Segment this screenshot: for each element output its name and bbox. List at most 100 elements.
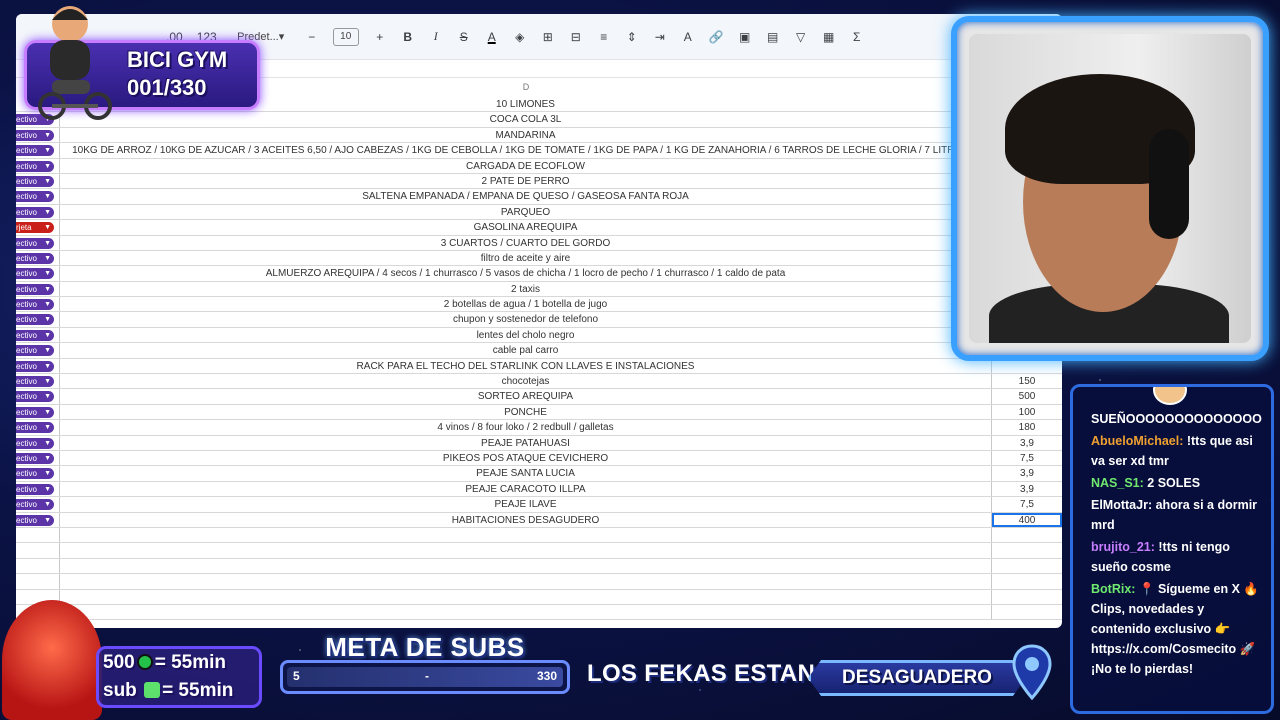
payment-method-cell[interactable]: ectivo ▼	[16, 420, 60, 435]
filter-icon[interactable]: ▽	[794, 27, 808, 47]
payment-method-cell[interactable]: rjeta ▼	[16, 220, 60, 235]
text-color-button[interactable]: A	[485, 27, 499, 47]
description-cell[interactable]: COCA COLA 3L	[60, 112, 992, 127]
payment-method-cell[interactable]: ectivo ▼	[16, 281, 60, 297]
chip-dropdown-icon[interactable]: ▼	[44, 207, 51, 218]
payment-method-cell[interactable]: ectivo ▼	[16, 450, 60, 466]
payment-method-cell[interactable]: ectivo ▼	[16, 266, 60, 281]
increase-font-size-button[interactable]: +	[373, 27, 387, 47]
empty-cell[interactable]	[992, 605, 1062, 619]
payment-method-chip[interactable]: ectivo ▼	[16, 360, 54, 372]
description-cell[interactable]: 10KG DE ARROZ / 10KG DE AZUCAR / 3 ACEIT…	[60, 143, 992, 158]
payment-method-cell[interactable]: ectivo ▼	[16, 173, 60, 189]
description-cell[interactable]: PEAJE PATAHUASI	[60, 435, 992, 450]
payment-method-cell[interactable]: ectivo ▼	[16, 404, 60, 420]
insert-comment-icon[interactable]: ▣	[738, 27, 752, 47]
chip-dropdown-icon[interactable]: ▼	[44, 253, 51, 264]
description-cell[interactable]: 2 PATE DE PERRO	[60, 173, 992, 189]
description-cell[interactable]: lentes del cholo negro	[60, 327, 992, 343]
payment-method-cell[interactable]: ectivo ▼	[16, 297, 60, 312]
amount-cell[interactable]: 7,5	[992, 451, 1062, 465]
payment-method-chip[interactable]: ectivo ▼	[16, 452, 54, 464]
payment-method-chip[interactable]: ectivo ▼	[16, 283, 54, 295]
description-cell[interactable]: cable pal carro	[60, 343, 992, 358]
payment-method-chip[interactable]: ectivo ▼	[16, 468, 54, 480]
payment-method-chip[interactable]: ectivo ▼	[16, 376, 54, 388]
payment-method-chip[interactable]: ectivo ▼	[16, 345, 54, 357]
description-cell[interactable]: PARQUEO	[60, 204, 992, 220]
chat-username[interactable]: NAS_S1:	[1091, 476, 1144, 490]
chip-dropdown-icon[interactable]: ▼	[44, 145, 51, 156]
insert-link-icon[interactable]: 🔗	[709, 27, 724, 47]
chip-dropdown-icon[interactable]: ▼	[44, 438, 51, 449]
description-cell[interactable]: PEAJE SANTA LUCIA	[60, 466, 992, 481]
description-cell[interactable]: chocotejas	[60, 374, 992, 389]
payment-method-cell[interactable]: ectivo ▼	[16, 143, 60, 158]
empty-cell[interactable]	[992, 574, 1062, 588]
chip-dropdown-icon[interactable]: ▼	[44, 222, 51, 233]
empty-cell[interactable]	[16, 574, 60, 589]
description-cell[interactable]: 3 CUARTOS / CUARTO DEL GORDO	[60, 235, 992, 250]
empty-cell[interactable]	[992, 559, 1062, 573]
amount-cell[interactable]: 3,9	[992, 436, 1062, 450]
payment-method-chip[interactable]: ectivo ▼	[16, 237, 54, 249]
chip-dropdown-icon[interactable]: ▼	[44, 284, 51, 295]
description-cell[interactable]: CARGADA DE ECOFLOW	[60, 158, 992, 173]
chip-dropdown-icon[interactable]: ▼	[44, 453, 51, 464]
strikethrough-button[interactable]: S	[457, 27, 471, 47]
payment-method-cell[interactable]: ectivo ▼	[16, 389, 60, 404]
chip-dropdown-icon[interactable]: ▼	[44, 391, 51, 402]
empty-cell[interactable]	[60, 527, 992, 543]
payment-method-chip[interactable]: ectivo ▼	[16, 129, 54, 141]
payment-method-chip[interactable]: ectivo ▼	[16, 314, 54, 326]
description-cell[interactable]: GASOLINA AREQUIPA	[60, 220, 992, 235]
amount-cell[interactable]: 400	[992, 512, 1062, 527]
payment-method-cell[interactable]: ectivo ▼	[16, 512, 60, 527]
empty-cell[interactable]	[16, 558, 60, 574]
chip-dropdown-icon[interactable]: ▼	[44, 422, 51, 433]
amount-cell[interactable]: 100	[992, 405, 1062, 419]
payment-method-cell[interactable]: ectivo ▼	[16, 481, 60, 497]
chip-dropdown-icon[interactable]: ▼	[44, 299, 51, 310]
chip-dropdown-icon[interactable]: ▼	[44, 407, 51, 418]
payment-method-chip[interactable]: ectivo ▼	[16, 175, 54, 187]
payment-method-cell[interactable]: ectivo ▼	[16, 327, 60, 343]
bold-button[interactable]: B	[401, 27, 415, 47]
amount-cell[interactable]: 500	[992, 389, 1062, 403]
fill-color-icon[interactable]: ◈	[513, 27, 527, 47]
amount-cell[interactable]: 7,5	[992, 497, 1062, 511]
chip-dropdown-icon[interactable]: ▼	[44, 361, 51, 372]
description-cell[interactable]: filtro de aceite y aire	[60, 250, 992, 266]
chip-dropdown-icon[interactable]: ▼	[44, 468, 51, 479]
payment-method-chip[interactable]: ectivo ▼	[16, 422, 54, 434]
description-cell[interactable]: ALMUERZO AREQUIPA / 4 secos / 1 churrasc…	[60, 266, 992, 281]
payment-method-cell[interactable]: ectivo ▼	[16, 343, 60, 358]
chip-dropdown-icon[interactable]: ▼	[44, 191, 51, 202]
chip-dropdown-icon[interactable]: ▼	[44, 345, 51, 356]
description-cell[interactable]: PONCHE	[60, 404, 992, 420]
payment-method-chip[interactable]: ectivo ▼	[16, 160, 54, 172]
empty-cell[interactable]	[60, 589, 992, 604]
payment-method-chip[interactable]: ectivo ▼	[16, 514, 54, 526]
payment-method-cell[interactable]: ectivo ▼	[16, 374, 60, 389]
payment-method-chip[interactable]: ectivo ▼	[16, 299, 54, 311]
empty-cell[interactable]	[992, 528, 1062, 542]
chip-dropdown-icon[interactable]: ▼	[44, 499, 51, 510]
payment-method-chip[interactable]: ectivo ▼	[16, 206, 54, 218]
italic-button[interactable]: I	[429, 27, 443, 47]
payment-method-cell[interactable]: ectivo ▼	[16, 204, 60, 220]
payment-method-cell[interactable]: ectivo ▼	[16, 235, 60, 250]
payment-method-cell[interactable]: ectivo ▼	[16, 189, 60, 204]
chat-username[interactable]: ElMottaJr:	[1091, 498, 1152, 512]
payment-method-cell[interactable]: ectivo ▼	[16, 466, 60, 481]
filter-views-icon[interactable]: ▦	[822, 27, 836, 47]
chip-dropdown-icon[interactable]: ▼	[44, 330, 51, 341]
horizontal-align-icon[interactable]: ≡	[597, 27, 611, 47]
payment-method-cell[interactable]: ectivo ▼	[16, 250, 60, 266]
font-size-input[interactable]: 10	[332, 27, 359, 46]
empty-cell[interactable]	[60, 604, 992, 620]
payment-method-chip[interactable]: ectivo ▼	[16, 483, 54, 495]
empty-cell[interactable]	[16, 527, 60, 543]
description-cell[interactable]: MANDARINA	[60, 127, 992, 143]
chat-username[interactable]: brujito_21:	[1091, 540, 1155, 554]
